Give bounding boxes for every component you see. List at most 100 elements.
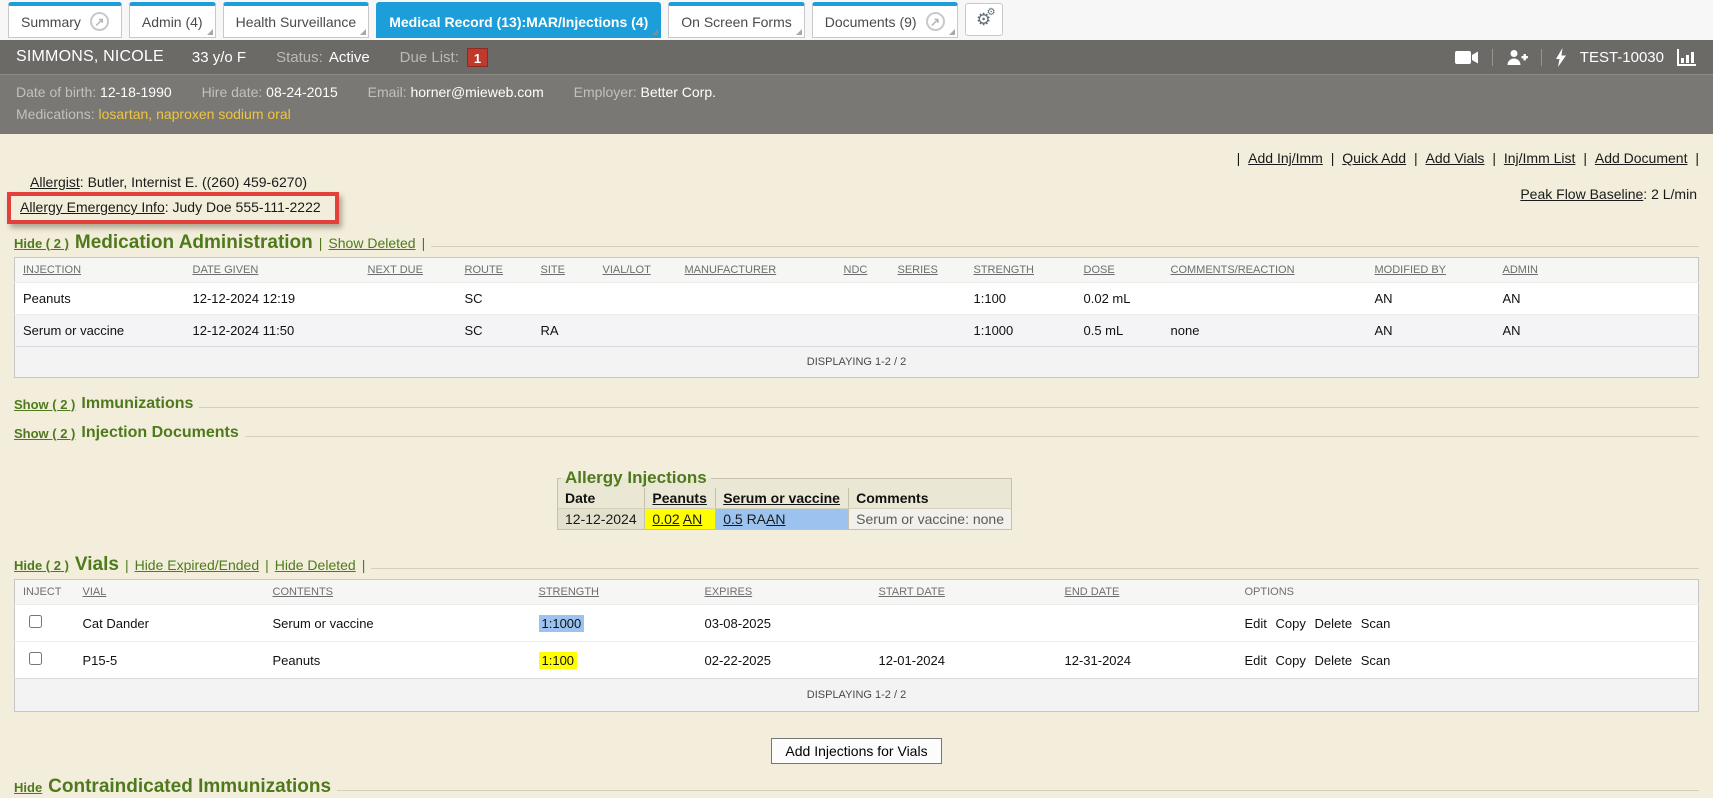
col-expires[interactable]: EXPIRES: [697, 580, 871, 605]
tab-admin[interactable]: Admin (4): [129, 2, 216, 38]
medication-link-losartan[interactable]: losartan: [98, 106, 148, 122]
allergy-injections-data-row: 12-12-2024 0.02 AN 0.5 RAAN Serum or vac…: [558, 509, 1011, 530]
col-strength[interactable]: STRENGTH: [531, 580, 697, 605]
inj-imm-list-link[interactable]: Inj/Imm List: [1504, 150, 1576, 166]
immunizations-title: Immunizations: [81, 395, 193, 413]
delete-link[interactable]: Delete: [1315, 616, 1353, 631]
peak-flow-baseline-link[interactable]: Peak Flow Baseline: [1520, 186, 1643, 202]
quick-add-link[interactable]: Quick Add: [1342, 150, 1406, 166]
add-person-icon[interactable]: [1506, 49, 1528, 65]
col-vial-lot[interactable]: VIAL/LOT: [595, 258, 677, 283]
pipe-separator: |: [1695, 150, 1699, 166]
chart-id: TEST-10030: [1580, 49, 1664, 66]
displaying-count: DISPLAYING 1-2 / 2: [15, 679, 1699, 712]
peanuts-dose-link[interactable]: 0.02: [652, 511, 679, 527]
hide-contraindicated-link[interactable]: Hide: [14, 780, 42, 795]
col-comments-reaction[interactable]: COMMENTS/REACTION: [1163, 258, 1367, 283]
hide-deleted-link[interactable]: Hide Deleted: [275, 557, 356, 573]
delete-link[interactable]: Delete: [1315, 653, 1353, 668]
add-inj-imm-link[interactable]: Add Inj/Imm: [1248, 150, 1323, 166]
dob-value: 12-18-1990: [100, 84, 172, 100]
edit-link[interactable]: Edit: [1245, 616, 1267, 631]
medication-link-naproxen[interactable]: naproxen sodium oral: [156, 106, 291, 122]
table-row[interactable]: Serum or vaccine 12-12-2024 11:50 SC RA …: [15, 315, 1699, 347]
popout-icon[interactable]: ↗: [926, 12, 945, 31]
cell-strength: 1:1000: [531, 605, 697, 642]
cell-manufacturer: [677, 283, 836, 315]
col-ndc[interactable]: NDC: [836, 258, 890, 283]
serum-column-link[interactable]: Serum or vaccine: [723, 490, 840, 506]
cell-vial-lot: [595, 283, 677, 315]
cell-admin: AN: [1495, 315, 1699, 347]
show-deleted-link[interactable]: Show Deleted: [328, 235, 415, 251]
due-list-count-badge[interactable]: 1: [467, 48, 488, 67]
col-dose[interactable]: DOSE: [1076, 258, 1163, 283]
lightning-bolt-icon[interactable]: [1555, 48, 1567, 67]
peanuts-admin-link[interactable]: AN: [683, 511, 702, 527]
cell-expires: 02-22-2025: [697, 642, 871, 679]
hide-expired-ended-link[interactable]: Hide Expired/Ended: [135, 557, 260, 573]
col-peanuts: Peanuts: [645, 488, 716, 509]
serum-dose-link[interactable]: 0.5: [723, 511, 742, 527]
cell-inject: [15, 642, 75, 679]
pipe-separator: |: [1583, 150, 1587, 166]
bar-chart-icon[interactable]: [1677, 49, 1697, 66]
allergy-injections-title: Allergy Injections: [561, 468, 711, 488]
tab-on-screen-forms[interactable]: On Screen Forms: [668, 2, 804, 38]
medication-separator: ,: [148, 106, 156, 122]
inject-checkbox[interactable]: [29, 615, 42, 628]
cell-ndc: [836, 283, 890, 315]
cell-strength: 1:100: [531, 642, 697, 679]
tab-medical-record-active[interactable]: Medical Record (13):MAR/Injections (4): [376, 2, 661, 38]
show-injection-documents-link[interactable]: Show ( 2 ): [14, 426, 75, 441]
peanuts-column-link[interactable]: Peanuts: [652, 490, 706, 506]
allergy-emergency-info-link[interactable]: Allergy Emergency Info: [20, 199, 165, 215]
hide-medication-administration-link[interactable]: Hide ( 2 ): [14, 236, 69, 251]
scan-link[interactable]: Scan: [1361, 616, 1391, 631]
col-contents[interactable]: CONTENTS: [265, 580, 531, 605]
hide-vials-link[interactable]: Hide ( 2 ): [14, 558, 69, 573]
tab-documents[interactable]: Documents (9) ↗: [812, 2, 958, 38]
col-admin[interactable]: ADMIN: [1495, 258, 1699, 283]
col-vial[interactable]: VIAL: [75, 580, 265, 605]
pipe-separator: |: [1414, 150, 1418, 166]
allergist-line: Allergist: Butler, Internist E. ((260) 4…: [30, 174, 339, 190]
video-camera-icon[interactable]: [1455, 50, 1479, 65]
inject-checkbox[interactable]: [29, 652, 42, 665]
col-modified-by[interactable]: MODIFIED BY: [1367, 258, 1495, 283]
add-document-link[interactable]: Add Document: [1595, 150, 1688, 166]
add-injections-for-vials-button[interactable]: Add Injections for Vials: [771, 738, 941, 764]
col-manufacturer[interactable]: MANUFACTURER: [677, 258, 836, 283]
col-route[interactable]: ROUTE: [457, 258, 533, 283]
settings-gear-button[interactable]: ⚙ ⚙: [965, 3, 1003, 36]
patient-demographics-line: Date of birth: 12-18-1990 Hire date: 08-…: [16, 81, 1697, 103]
table-row[interactable]: Peanuts 12-12-2024 12:19 SC 1:100 0.02 m…: [15, 283, 1699, 315]
allergist-link[interactable]: Allergist: [30, 174, 80, 190]
col-start-date[interactable]: START DATE: [871, 580, 1057, 605]
edit-link[interactable]: Edit: [1245, 653, 1267, 668]
serum-admin-link[interactable]: AN: [766, 511, 785, 527]
col-end-date[interactable]: END DATE: [1057, 580, 1237, 605]
patient-banner-row2: Date of birth: 12-18-1990 Hire date: 08-…: [0, 74, 1713, 134]
add-vials-link[interactable]: Add Vials: [1426, 150, 1485, 166]
copy-link[interactable]: Copy: [1276, 653, 1306, 668]
show-immunizations-link[interactable]: Show ( 2 ): [14, 397, 75, 412]
copy-link[interactable]: Copy: [1276, 616, 1306, 631]
col-date-given[interactable]: DATE GIVEN: [185, 258, 360, 283]
col-site[interactable]: SITE: [533, 258, 595, 283]
medication-administration-header-row: INJECTION DATE GIVEN NEXT DUE ROUTE SITE…: [15, 258, 1699, 283]
tab-summary[interactable]: Summary ↗: [8, 2, 122, 38]
col-serum-or-vaccine: Serum or vaccine: [716, 488, 849, 509]
cell-admin: AN: [1495, 283, 1699, 315]
cell-vial: P15-5: [75, 642, 265, 679]
popout-icon[interactable]: ↗: [90, 12, 109, 31]
tab-health-surveillance[interactable]: Health Surveillance: [223, 2, 370, 38]
col-injection[interactable]: INJECTION: [15, 258, 185, 283]
cell-modified-by: AN: [1367, 283, 1495, 315]
scan-link[interactable]: Scan: [1361, 653, 1391, 668]
col-series[interactable]: SERIES: [890, 258, 966, 283]
col-strength[interactable]: STRENGTH: [966, 258, 1076, 283]
pipe-separator: |: [1331, 150, 1335, 166]
col-next-due[interactable]: NEXT DUE: [360, 258, 457, 283]
cell-next-due: [360, 315, 457, 347]
